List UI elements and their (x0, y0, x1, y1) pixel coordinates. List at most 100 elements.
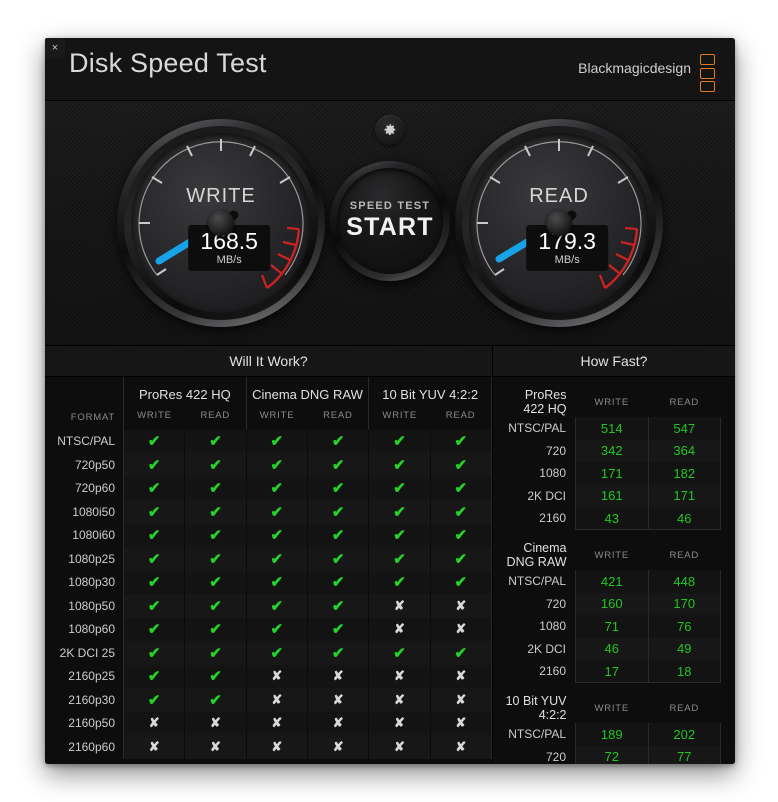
check-icon: ✔ (331, 503, 345, 521)
support-no-cell: ✘ (430, 688, 493, 712)
how-fast-codec-name: ProRes 422 HQ (523, 388, 567, 416)
check-icon: ✔ (147, 550, 161, 568)
write-speed-value: 160 (575, 592, 648, 615)
support-ok-cell: ✔ (184, 476, 247, 500)
check-icon: ✔ (331, 644, 345, 662)
support-ok-cell: ✔ (245, 453, 308, 477)
support-no-cell: ✘ (368, 664, 431, 688)
support-ok-cell: ✔ (245, 594, 308, 618)
read-speed-value: 77 (647, 745, 721, 764)
table-row: 720p50 ✔ ✔ ✔ ✔ ✔ ✔ (45, 453, 493, 477)
check-icon: ✔ (454, 574, 468, 592)
write-speed-value: 171 (575, 462, 648, 485)
support-ok-cell: ✔ (245, 617, 308, 641)
table-row: 1080i60 ✔ ✔ ✔ ✔ ✔ ✔ (45, 523, 493, 547)
table-row: 2160p50 ✘ ✘ ✘ ✘ ✘ ✘ (45, 711, 493, 735)
table-row: 2160p60 ✘ ✘ ✘ ✘ ✘ ✘ (45, 735, 493, 759)
will-it-work-table: ProRes 422 HQ Cinema DNG RAW 10 Bit YUV … (45, 377, 493, 759)
format-label: 2160p50 (68, 716, 115, 731)
support-no-cell: ✘ (430, 735, 493, 759)
format-label: 1080p25 (68, 551, 115, 566)
table-row: 2160p30 ✔ ✔ ✘ ✘ ✘ ✘ (45, 688, 493, 712)
read-speed-value: 364 (647, 439, 721, 462)
check-icon: ✔ (209, 550, 222, 568)
format-label: 1080i60 (72, 528, 115, 543)
support-ok-cell: ✔ (307, 476, 370, 500)
cross-icon: ✘ (394, 668, 405, 684)
check-icon: ✔ (393, 433, 406, 451)
support-ok-cell: ✔ (430, 476, 493, 500)
format-label: 720p60 (74, 481, 115, 496)
cross-icon: ✘ (271, 691, 283, 707)
check-icon: ✔ (147, 574, 161, 592)
support-ok-cell: ✔ (122, 664, 186, 688)
support-ok-cell: ✔ (430, 547, 493, 571)
how-fast-codec-name: 10 Bit YUV 4:2:2 (505, 694, 567, 722)
table-row: 1080p60 ✔ ✔ ✔ ✔ ✘ ✘ (45, 617, 493, 641)
read-speed-value: 46 (647, 507, 721, 530)
support-no-cell: ✘ (184, 735, 247, 759)
support-ok-cell: ✔ (430, 570, 493, 594)
check-icon: ✔ (454, 456, 468, 474)
support-no-cell: ✘ (307, 711, 370, 735)
support-no-cell: ✘ (245, 711, 308, 735)
check-icon: ✔ (270, 527, 284, 545)
resolution-label: NTSC/PAL (508, 421, 566, 436)
resolution-label: 2160 (539, 511, 566, 526)
close-window-button[interactable]: × (45, 38, 65, 58)
support-no-cell: ✘ (307, 735, 370, 759)
table-row: 720 160 170 (503, 592, 721, 615)
read-gauge-label: READ (529, 185, 589, 207)
codec-header-prores: ProRes 422 HQ (123, 377, 247, 406)
subheader-write-3: WRITE (368, 406, 431, 430)
settings-button[interactable] (375, 115, 405, 145)
write-speed-value: 189 (575, 723, 648, 746)
check-icon: ✔ (270, 597, 284, 615)
support-ok-cell: ✔ (368, 500, 431, 524)
read-speed-value: 547 (647, 417, 721, 440)
resolution-label: 1080 (539, 466, 566, 481)
read-speed-value: 171 (647, 484, 721, 507)
codec-header-dng: Cinema DNG RAW (245, 377, 369, 406)
will-it-work-panel: Will It Work? ProRes 422 HQ Cinema DNG R… (45, 346, 493, 764)
resolution-label: 720 (545, 443, 566, 458)
how-fast-read-header: READ (669, 702, 700, 714)
will-it-work-title: Will It Work? (45, 346, 492, 377)
check-icon: ✔ (393, 480, 406, 498)
resolution-label: NTSC/PAL (508, 727, 566, 742)
resolution-label: 720 (545, 749, 566, 764)
format-column-header: FORMAT (70, 412, 115, 424)
table-row: NTSC/PAL ✔ ✔ ✔ ✔ ✔ ✔ (45, 429, 493, 453)
write-gauge-label: WRITE (186, 185, 256, 207)
format-label: 1080p50 (68, 598, 115, 613)
check-icon: ✔ (270, 433, 284, 451)
format-label: NTSC/PAL (57, 434, 115, 449)
support-no-cell: ✘ (307, 688, 370, 712)
support-no-cell: ✘ (368, 594, 431, 618)
write-speed-value: 71 (575, 615, 648, 638)
support-ok-cell: ✔ (184, 641, 247, 665)
cross-icon: ✘ (271, 668, 283, 684)
support-ok-cell: ✔ (122, 547, 186, 571)
support-ok-cell: ✔ (245, 500, 308, 524)
support-ok-cell: ✔ (368, 547, 431, 571)
how-fast-codec-name: Cinema DNG RAW (506, 541, 567, 569)
support-ok-cell: ✔ (368, 476, 431, 500)
subheader-write-1: WRITE (122, 406, 185, 430)
table-row: 720 342 364 (503, 439, 721, 462)
support-ok-cell: ✔ (245, 523, 308, 547)
read-speed-value: 448 (647, 570, 721, 593)
check-icon: ✔ (393, 574, 406, 592)
subheader-row: FORMAT WRITE READ WRITE READ WRITE READ (45, 406, 493, 430)
support-ok-cell: ✔ (184, 617, 247, 641)
cross-icon: ✘ (394, 715, 405, 731)
check-icon: ✔ (209, 668, 222, 686)
table-row: 2K DCI 25 ✔ ✔ ✔ ✔ ✔ ✔ (45, 641, 493, 665)
check-icon: ✔ (209, 433, 222, 451)
support-ok-cell: ✔ (245, 476, 308, 500)
support-ok-cell: ✔ (430, 429, 493, 453)
how-fast-title: How Fast? (493, 346, 735, 377)
start-speed-test-button[interactable]: SPEED TEST START (330, 161, 450, 281)
support-no-cell: ✘ (122, 735, 186, 759)
cross-icon: ✘ (210, 738, 221, 754)
